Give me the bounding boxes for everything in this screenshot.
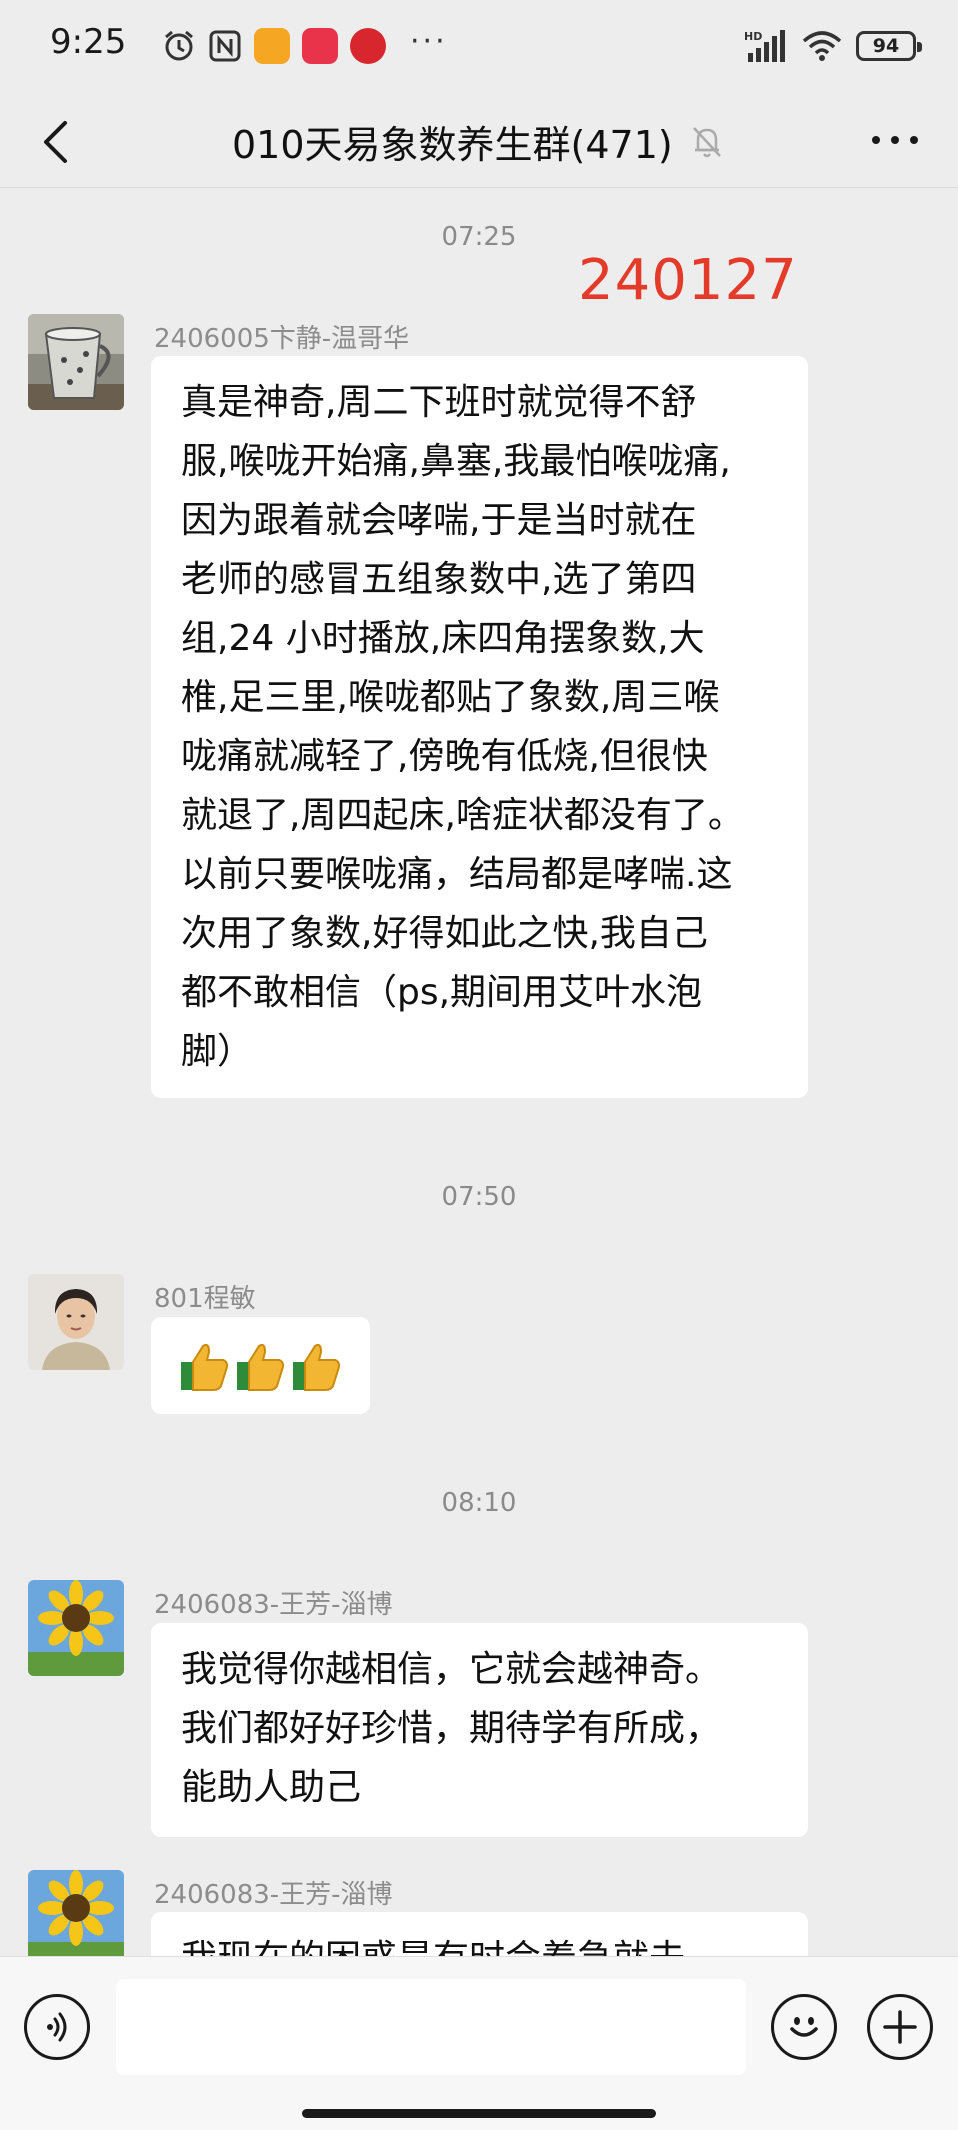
sender-name: 801程敏 <box>154 1284 256 1314</box>
more-dot <box>910 136 918 144</box>
avatar[interactable] <box>28 1274 124 1370</box>
plus-button[interactable] <box>867 1994 933 2060</box>
avatar[interactable] <box>28 1870 124 1956</box>
input-bar <box>0 1956 958 2130</box>
status-notification-icons: ··· <box>162 23 448 66</box>
thumbs-up-icon <box>181 1343 228 1391</box>
message-line: 次用了象数,好得如此之快,我自己 <box>181 913 708 954</box>
voice-button[interactable] <box>24 1994 90 2060</box>
more-button[interactable] <box>872 130 918 150</box>
avatar-sunflower-image <box>28 1580 124 1676</box>
app-notification-icon-red <box>302 28 338 64</box>
thumbs-up-icon <box>293 1343 340 1391</box>
thumbs-up-icon <box>237 1343 284 1391</box>
battery-icon: 94 <box>856 31 922 61</box>
more-dot <box>891 136 899 144</box>
date-stamp: 240127 <box>578 248 798 313</box>
status-right: HD 94 <box>744 24 922 68</box>
chat-title: 010天易象数养生群(471) <box>232 123 673 167</box>
message-bubble[interactable]: 我觉得你越相信，它就会越神奇。 我们都好好珍惜，期待学有所成， 能助人助己 <box>151 1623 808 1837</box>
message-line: 服,喉咙开始痛,鼻塞,我最怕喉咙痛, <box>181 441 731 482</box>
battery-level: 94 <box>872 35 900 57</box>
message-bubble[interactable] <box>151 1317 370 1414</box>
message-line: 我们都好好珍惜，期待学有所成， <box>181 1708 722 1749</box>
message-line: 老师的感冒五组象数中,选了第四 <box>181 559 697 600</box>
message-line: 真是神奇,周二下班时就觉得不舒 <box>181 382 697 423</box>
message-line: 脚） <box>181 1031 254 1072</box>
plus-icon <box>883 2010 917 2044</box>
emoji-icon <box>790 2017 818 2037</box>
more-dot <box>872 136 880 144</box>
message-line: 以前只要喉咙痛，结局都是哮喘.这 <box>181 854 733 895</box>
message-line: 都不敢相信（ps,期间用艾叶水泡 <box>181 972 703 1013</box>
home-indicator[interactable] <box>302 2109 656 2118</box>
message-bubble[interactable]: 我现在的困惑是有时会着急就去 <box>151 1912 808 1956</box>
message-line: 就退了,周四起床,啥症状都没有了。 <box>181 795 744 836</box>
sender-name: 2406083-王芳-淄博 <box>154 1590 393 1620</box>
svg-text:HD: HD <box>744 30 762 43</box>
message-timestamp: 08:10 <box>441 1488 517 1518</box>
chat-area[interactable]: 07:25 240127 2406005卞静-温哥华 真是神奇,周二下班时就觉得… <box>0 188 958 1956</box>
sender-name: 2406005卞静-温哥华 <box>154 324 410 354</box>
wifi-icon <box>802 31 842 61</box>
avatar-cup-image <box>28 314 124 410</box>
avatar[interactable] <box>28 314 124 410</box>
message-line: 能助人助己 <box>181 1767 362 1808</box>
message-input[interactable] <box>116 1979 746 2075</box>
app-notification-icon-metro <box>350 28 386 64</box>
back-button[interactable] <box>30 116 80 168</box>
status-bar: 9:25 ··· HD 94 <box>0 0 958 96</box>
alarm-icon <box>165 30 193 61</box>
nfc-icon <box>209 30 241 62</box>
avatar-sunflower-image <box>28 1870 124 1956</box>
message-bubble[interactable]: 真是神奇,周二下班时就觉得不舒 服,喉咙开始痛,鼻塞,我最怕喉咙痛, 因为跟着就… <box>151 356 808 1098</box>
chat-header: 010天易象数养生群(471) <box>0 96 958 188</box>
message-line: 组,24 小时播放,床四角摆象数,大 <box>181 618 705 659</box>
sender-name: 2406083-王芳-淄博 <box>154 1880 393 1910</box>
emoji-button[interactable] <box>771 1994 837 2060</box>
mute-bell-icon <box>693 127 721 158</box>
back-arrow-icon <box>44 121 67 163</box>
message-line: 因为跟着就会哮喘,于是当时就在 <box>181 500 697 541</box>
avatar[interactable] <box>28 1580 124 1676</box>
more-notifications-icon: ··· <box>410 23 448 59</box>
message-timestamp: 07:50 <box>441 1182 517 1212</box>
signal-icon: HD <box>744 30 785 62</box>
message-line: 咙痛就减轻了,傍晚有低烧,但很快 <box>181 736 708 777</box>
message-timestamp: 07:25 <box>441 222 517 252</box>
message-line: 我觉得你越相信，它就会越神奇。 <box>181 1649 722 1690</box>
emoji-message <box>179 1340 341 1392</box>
message-line: 椎,足三里,喉咙都贴了象数,周三喉 <box>181 677 720 718</box>
voice-icon <box>47 2012 67 2042</box>
message-line: 我现在的困惑是有时会着急就去 <box>181 1929 808 1956</box>
status-time: 9:25 <box>50 22 127 62</box>
app-notification-icon-orange <box>254 28 290 64</box>
avatar-portrait-image <box>28 1274 124 1370</box>
